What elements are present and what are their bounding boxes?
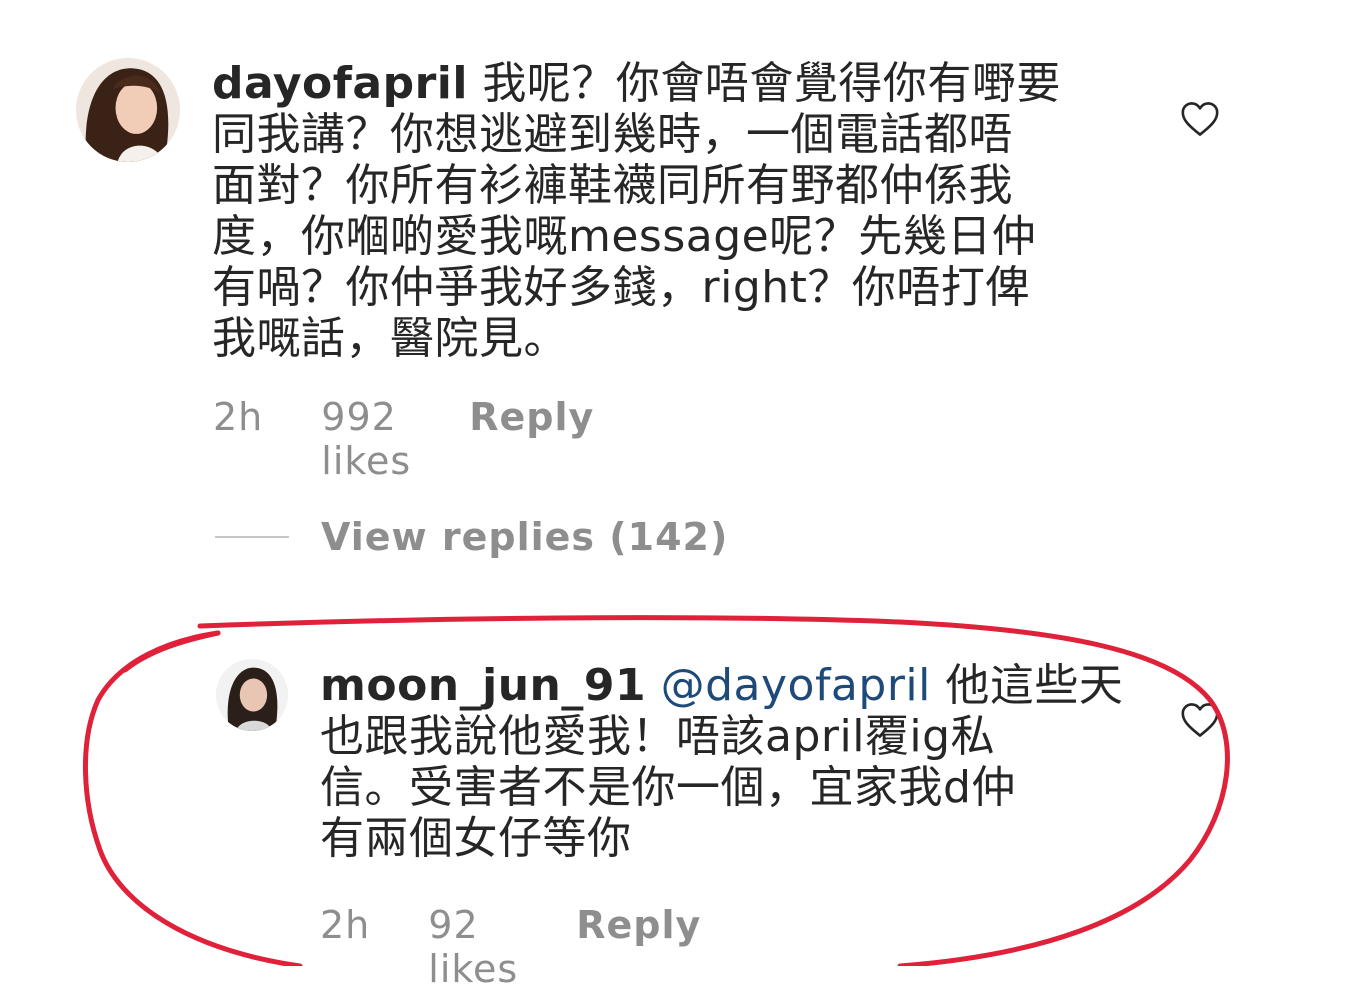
comment-meta: 2h 92 likes Reply <box>320 903 701 991</box>
reply-button[interactable]: Reply <box>576 903 701 947</box>
comment-text: dayofapril 我呢？你會唔會覺得你有嘢要 同我講？你想逃避到幾時，一個電… <box>212 58 1092 364</box>
view-replies-divider <box>215 536 289 538</box>
avatar-photo-icon <box>76 58 180 162</box>
comment-likes[interactable]: 92 likes <box>428 903 518 991</box>
comment-likes[interactable]: 992 likes <box>321 395 411 483</box>
comment-body-first-line: 我呢？你會唔會覺得你有嘢要 <box>467 58 1061 109</box>
comment-username[interactable]: moon_jun_91 <box>320 660 646 711</box>
comment-timestamp: 2h <box>213 395 264 439</box>
heart-outline-icon[interactable] <box>1180 702 1220 738</box>
comment-body: 同我講？你想逃避到幾時，一個電話都唔 面對？你所有衫褲鞋襪同所有野都仲係我 度，… <box>212 109 1037 364</box>
comment-text: moon_jun_91 @dayofapril 他這些天 也跟我說他愛我！唔該a… <box>320 660 1140 864</box>
comment-body: 也跟我說他愛我！唔該april覆ig私 信。受害者不是你一個，宜家我d仲 有兩個… <box>320 711 1016 864</box>
reply-button[interactable]: Reply <box>469 395 594 439</box>
avatar-photo-icon <box>216 659 288 731</box>
heart-outline-icon[interactable] <box>1180 101 1220 137</box>
view-replies-button[interactable]: View replies (142) <box>215 515 728 559</box>
comment-username[interactable]: dayofapril <box>212 58 468 109</box>
avatar[interactable] <box>76 58 180 162</box>
comment-timestamp: 2h <box>320 903 371 947</box>
view-replies-label: View replies (142) <box>321 515 729 559</box>
comment-mention-link[interactable]: @dayofapril <box>661 660 931 711</box>
comment-body-first-line: 他這些天 <box>930 660 1124 711</box>
comment-meta: 2h 992 likes Reply <box>213 395 594 483</box>
avatar[interactable] <box>216 659 288 731</box>
